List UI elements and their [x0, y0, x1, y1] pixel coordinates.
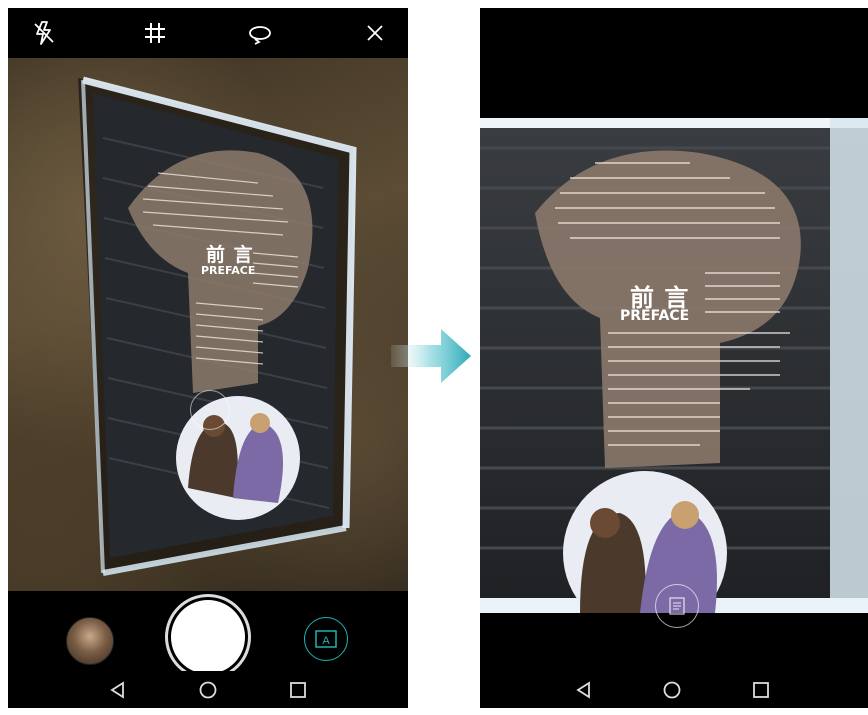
shutter-button[interactable]	[171, 600, 245, 674]
corrected-document-view: 前 言 PREFACE	[480, 118, 868, 635]
document-mode-button[interactable]: A	[304, 617, 348, 661]
recents-square-icon[interactable]	[288, 680, 308, 700]
home-circle-icon[interactable]	[198, 680, 218, 700]
system-navbar	[480, 671, 868, 708]
camera-screen: 前 言 PREFACE A	[8, 8, 408, 708]
recents-square-icon[interactable]	[751, 680, 771, 700]
corrected-document-screen: 前 言 PREFACE	[480, 8, 868, 708]
document-save-button[interactable]	[655, 584, 699, 628]
svg-text:A: A	[322, 635, 330, 647]
system-navbar	[8, 671, 408, 708]
document-icon	[669, 597, 685, 615]
document-correction-icon: A	[315, 630, 337, 648]
back-triangle-icon[interactable]	[574, 680, 594, 700]
transition-arrow-icon	[391, 329, 471, 383]
sign-title-english: PREFACE	[620, 308, 690, 324]
flash-off-icon[interactable]	[30, 18, 60, 48]
viewfinder-scene	[78, 76, 357, 576]
sign-title-chinese: 前 言	[206, 244, 254, 266]
sign-title-english: PREFACE	[201, 264, 256, 277]
gallery-thumbnail[interactable]	[66, 617, 114, 665]
rotate-camera-icon[interactable]	[245, 18, 275, 48]
grid-icon[interactable]	[140, 18, 170, 48]
corrected-document-scene	[480, 118, 868, 635]
back-triangle-icon[interactable]	[108, 680, 128, 700]
focus-ring	[190, 390, 230, 430]
home-circle-icon[interactable]	[662, 680, 682, 700]
camera-toolbar	[8, 8, 408, 58]
camera-viewfinder[interactable]: 前 言 PREFACE	[8, 58, 408, 635]
close-icon[interactable]	[360, 18, 390, 48]
